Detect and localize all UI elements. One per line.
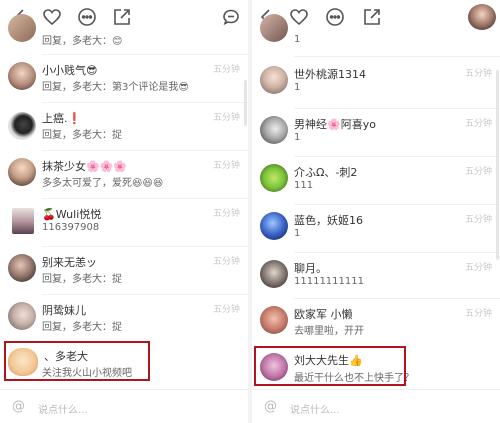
comment-text: 回复，多老大：捉 xyxy=(42,322,122,333)
comment-text: 回复，多老大：捉 xyxy=(42,274,122,285)
divider xyxy=(294,298,500,299)
comment-text: 回复，多老大：😊 xyxy=(42,36,123,47)
comment-time: 五分钟 xyxy=(464,309,492,319)
commenter-name[interactable]: 阴鸷妹儿 xyxy=(42,302,86,318)
commenter-name[interactable]: 蓝色，妖姬16 xyxy=(294,212,363,228)
list-item[interactable]: 抹茶少女🌸🌸🌸 多多太可爱了，爱死😆😆😆 五分钟 xyxy=(0,150,248,194)
commenter-name[interactable]: 聊月。 xyxy=(294,260,327,276)
comment-time: 五分钟 xyxy=(464,167,492,177)
avatar[interactable] xyxy=(8,254,36,282)
list-item[interactable]: 蓝色，妖姬16 1 五分钟 xyxy=(252,204,500,248)
avatar[interactable] xyxy=(8,158,36,186)
comment-text: 1 xyxy=(294,34,301,45)
avatar[interactable] xyxy=(8,14,36,42)
more-dots-icon[interactable] xyxy=(325,7,345,27)
avatar[interactable] xyxy=(260,116,288,144)
divider xyxy=(42,246,248,247)
comment-text: 11111111111 xyxy=(294,276,364,287)
comment-input-bar: @ 说点什么... xyxy=(0,389,248,423)
comment-input[interactable]: 说点什么... xyxy=(38,401,88,416)
comment-text: 1 xyxy=(294,228,301,239)
comment-time: 五分钟 xyxy=(212,113,240,123)
share-icon[interactable] xyxy=(112,7,132,27)
comment-time: 五分钟 xyxy=(212,161,240,171)
commenter-name[interactable]: 欧家军 小懒 xyxy=(294,306,353,322)
highlight-box xyxy=(4,341,150,381)
divider xyxy=(42,150,248,151)
commenter-name[interactable]: 小小贱气😎 xyxy=(42,62,97,78)
comment-bubble-icon[interactable] xyxy=(221,7,241,27)
at-icon[interactable]: @ xyxy=(264,399,277,414)
scrollbar[interactable] xyxy=(244,80,247,126)
list-item[interactable]: 小小贱气😎 回复，多老大：第3个评论是我😎 五分钟 xyxy=(0,54,248,98)
share-icon[interactable] xyxy=(362,7,382,27)
comment-time: 五分钟 xyxy=(464,263,492,273)
divider xyxy=(42,54,248,55)
list-item[interactable]: 聊月。 11111111111 五分钟 xyxy=(252,252,500,296)
avatar[interactable] xyxy=(260,66,288,94)
comment-text: 多多太可爱了，爱死😆😆😆 xyxy=(42,178,164,189)
list-item[interactable]: 欧家军 小懒 去哪里啦，开开 五分钟 xyxy=(252,298,500,342)
avatar[interactable] xyxy=(8,302,36,330)
list-item[interactable]: 男神经🌸阿喜yo 1 五分钟 xyxy=(252,108,500,152)
list-item[interactable]: 🍒Wuli悦悦 116397908 五分钟 xyxy=(0,198,248,242)
avatar[interactable] xyxy=(260,260,288,288)
avatar[interactable] xyxy=(12,208,34,234)
list-item[interactable]: 世外桃源1314 1 五分钟 xyxy=(252,56,500,102)
comment-time: 五分钟 xyxy=(464,69,492,79)
divider xyxy=(42,294,248,295)
avatar[interactable] xyxy=(260,164,288,192)
divider xyxy=(42,198,248,199)
list-item[interactable]: 阴鸷妹儿 回复，多老大：捉 五分钟 xyxy=(0,294,248,338)
comment-input-bar: @ 说点什么... xyxy=(252,389,500,423)
comment-text: 111 xyxy=(294,180,314,191)
highlight-box xyxy=(254,346,406,386)
commenter-name[interactable]: 🍒Wuli悦悦 xyxy=(42,206,101,222)
comment-time: 五分钟 xyxy=(212,305,240,315)
scrollbar[interactable] xyxy=(496,70,499,260)
at-icon[interactable]: @ xyxy=(12,399,25,414)
divider xyxy=(294,108,500,109)
avatar[interactable] xyxy=(260,212,288,240)
right-comment-panel: 1 世外桃源1314 1 五分钟 男神经🌸阿喜yo 1 五分钟 介ふΩ、-刺2 … xyxy=(252,0,500,423)
avatar[interactable] xyxy=(260,14,288,42)
more-dots-icon[interactable] xyxy=(77,7,97,27)
commenter-name[interactable]: 世外桃源1314 xyxy=(294,66,366,82)
comment-time: 五分钟 xyxy=(464,119,492,129)
commenter-name[interactable]: 别来无恙ッ xyxy=(42,254,97,270)
comment-text: 去哪里啦，开开 xyxy=(294,326,364,337)
divider xyxy=(42,102,248,103)
avatar[interactable] xyxy=(8,112,36,140)
heart-icon[interactable] xyxy=(42,7,62,27)
comment-time: 五分钟 xyxy=(464,215,492,225)
left-comment-panel: 回复，多老大：😊 小小贱气😎 回复，多老大：第3个评论是我😎 五分钟 上癌.❗ … xyxy=(0,0,248,423)
comment-time: 五分钟 xyxy=(212,209,240,219)
comment-text: 回复，多老大：捉 xyxy=(42,130,122,141)
list-item[interactable]: 1 xyxy=(252,14,500,50)
comment-text: 回复，多老大：第3个评论是我😎 xyxy=(42,82,189,93)
comment-text: 1 xyxy=(294,132,301,143)
comment-time: 五分钟 xyxy=(212,65,240,75)
list-item[interactable]: 回复，多老大：😊 xyxy=(0,14,248,50)
comment-time: 五分钟 xyxy=(212,257,240,267)
list-item[interactable]: 介ふΩ、-刺2 111 五分钟 xyxy=(252,156,500,200)
comment-text: 116397908 xyxy=(42,222,100,233)
comment-input[interactable]: 说点什么... xyxy=(290,401,340,416)
avatar[interactable] xyxy=(8,62,36,90)
commenter-name[interactable]: 男神经🌸阿喜yo xyxy=(294,116,376,132)
comment-text: 1 xyxy=(294,82,301,93)
commenter-name[interactable]: 上癌.❗ xyxy=(42,110,81,126)
divider xyxy=(294,204,500,205)
heart-icon[interactable] xyxy=(289,7,309,27)
divider xyxy=(294,156,500,157)
avatar[interactable] xyxy=(260,306,288,334)
list-item[interactable]: 别来无恙ッ 回复，多老大：捉 五分钟 xyxy=(0,246,248,290)
commenter-name[interactable]: 介ふΩ、-刺2 xyxy=(294,164,357,180)
divider xyxy=(294,56,500,57)
list-item[interactable]: 上癌.❗ 回复，多老大：捉 五分钟 xyxy=(0,102,248,146)
divider xyxy=(294,252,500,253)
commenter-name[interactable]: 抹茶少女🌸🌸🌸 xyxy=(42,158,127,174)
